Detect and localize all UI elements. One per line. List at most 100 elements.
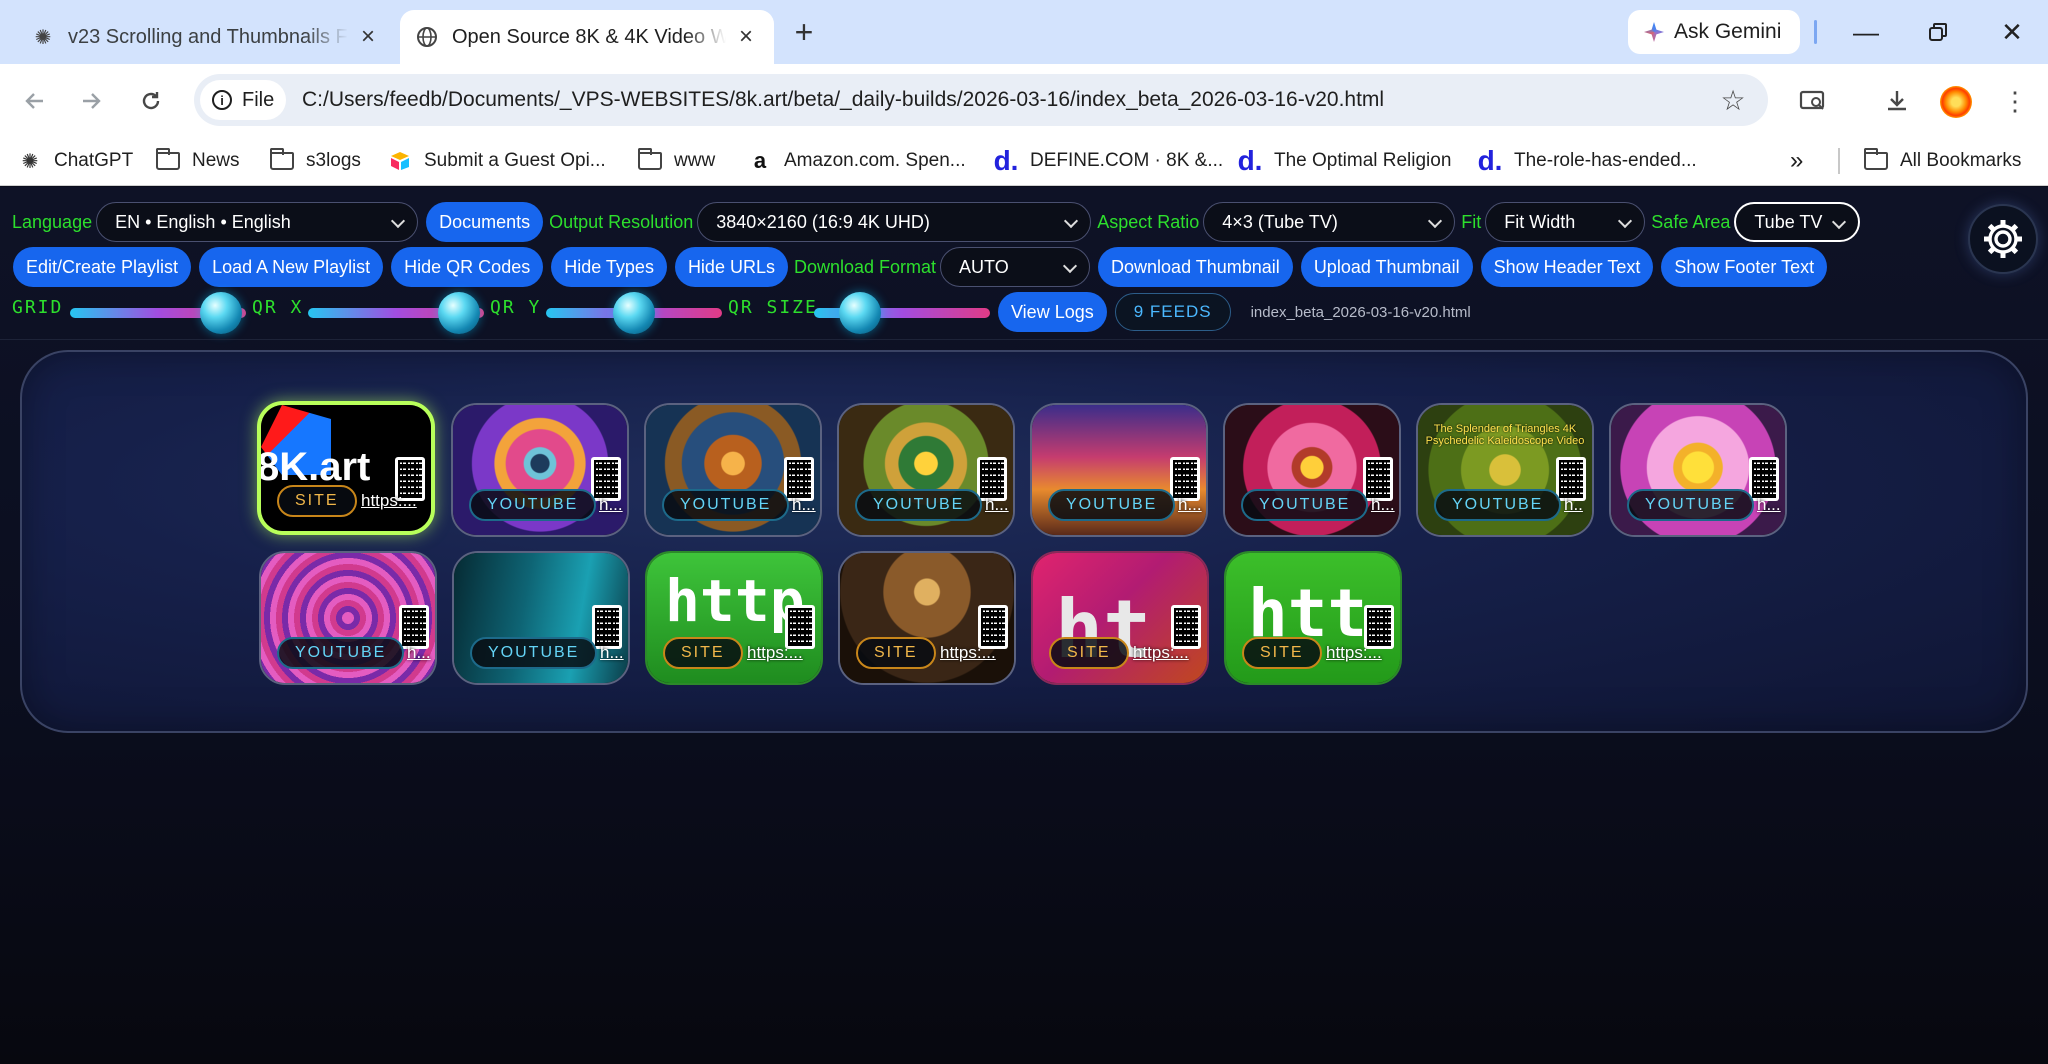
define-logo-icon: d.: [993, 145, 1019, 176]
download-format-select[interactable]: AUTO: [940, 247, 1091, 287]
card-url-link[interactable]: h...: [1757, 495, 1781, 515]
thumbnail-overlay-text: The Splender of Triangles 4K Psychedelic…: [1425, 423, 1585, 447]
show-header-text-button[interactable]: Show Header Text: [1480, 247, 1654, 287]
fit-label: Fit: [1461, 211, 1482, 232]
type-badge: YOUTUBE: [1627, 489, 1755, 521]
aspect-ratio-select[interactable]: 4×3 (Tube TV): [1203, 202, 1456, 242]
control-row-actions: Edit/Create Playlist Load A New Playlist…: [5, 245, 1828, 289]
grid-slider[interactable]: [70, 292, 246, 334]
all-bookmarks-button[interactable]: All Bookmarks: [1864, 146, 2021, 176]
fit-select[interactable]: Fit Width: [1485, 202, 1646, 242]
hide-qr-codes-button[interactable]: Hide QR Codes: [391, 247, 544, 287]
close-window-icon[interactable]: ✕: [1992, 14, 2032, 50]
define-logo-icon: d.: [1237, 145, 1263, 176]
close-tab-icon[interactable]: ×: [356, 23, 380, 50]
bookmark-folder[interactable]: www: [638, 146, 715, 176]
qr-size-slider[interactable]: [814, 292, 990, 334]
settings-gear-button[interactable]: [1968, 204, 2038, 274]
hide-urls-button[interactable]: Hide URLs: [674, 247, 788, 287]
reload-icon[interactable]: [134, 84, 168, 118]
address-bar[interactable]: i File C:/Users/feedb/Documents/_VPS-WEB…: [194, 74, 1768, 126]
feed-card[interactable]: YOUTUBE h...: [1223, 403, 1401, 537]
close-tab-icon[interactable]: ×: [734, 23, 758, 50]
bookmark-item[interactable]: d. The-role-has-ended...: [1478, 146, 1697, 176]
info-icon: i: [212, 90, 232, 110]
card-url-link[interactable]: h...: [792, 495, 816, 515]
gear-icon: [1984, 220, 2022, 258]
feed-card[interactable]: http SITE https:...: [645, 551, 823, 685]
new-tab-button[interactable]: +: [788, 14, 820, 50]
site-info-chip[interactable]: i File: [200, 80, 286, 120]
feed-card[interactable]: YOUTUBE h...: [1609, 403, 1787, 537]
show-footer-text-button[interactable]: Show Footer Text: [1661, 247, 1828, 287]
back-icon[interactable]: [18, 84, 52, 118]
documents-button[interactable]: Documents: [426, 202, 544, 242]
bookmark-item[interactable]: d. The Optimal Religion: [1237, 145, 1452, 176]
language-select[interactable]: EN • English • English: [96, 202, 419, 242]
feed-card[interactable]: SITE https:...: [838, 551, 1016, 685]
output-resolution-select[interactable]: 3840×2160 (16:9 4K UHD): [697, 202, 1092, 242]
feed-card[interactable]: YOUTUBE h...: [644, 403, 822, 537]
bookmark-item[interactable]: Submit a Guest Opi...: [388, 146, 606, 176]
card-url-link[interactable]: https:...: [1326, 643, 1382, 663]
qr-y-slider[interactable]: [546, 292, 722, 334]
url-text[interactable]: C:/Users/feedb/Documents/_VPS-WEBSITES/8…: [302, 88, 1716, 112]
feed-card[interactable]: 8K.art SITE https:...: [257, 401, 435, 535]
feed-card[interactable]: ht SITE https:...: [1031, 551, 1209, 685]
bookmark-folder[interactable]: News: [156, 146, 240, 176]
bookmark-item[interactable]: a Amazon.com. Spen...: [748, 146, 966, 176]
feed-card[interactable]: YOUTUBE h...: [451, 403, 629, 537]
bookmarks-bar: ✺ ChatGPT News s3logs Submit a Guest Opi.…: [0, 136, 2048, 186]
bookmarks-overflow-button[interactable]: »: [1790, 146, 1803, 176]
gemini-icon: [1642, 20, 1666, 44]
card-url-link[interactable]: h...: [985, 495, 1009, 515]
card-url-link[interactable]: https:...: [940, 643, 996, 663]
download-format-label: Download Format: [793, 256, 937, 277]
view-logs-button[interactable]: View Logs: [998, 292, 1107, 332]
feeds-count-badge[interactable]: 9 FEEDS: [1114, 293, 1231, 331]
tab-active[interactable]: Open Source 8K & 4K Video Wall ×: [400, 10, 774, 64]
restore-icon[interactable]: [1918, 14, 1958, 50]
load-playlist-button[interactable]: Load A New Playlist: [199, 247, 384, 287]
download-thumbnail-button[interactable]: Download Thumbnail: [1098, 247, 1293, 287]
bookmarks-separator: [1838, 148, 1840, 174]
forward-icon[interactable]: [74, 84, 108, 118]
qr-size-slider-knob[interactable]: [838, 292, 881, 334]
download-icon[interactable]: [1880, 84, 1914, 118]
card-url-link[interactable]: h...: [599, 495, 623, 515]
qr-x-slider[interactable]: [308, 292, 484, 334]
feed-card[interactable]: YOUTUBE h...: [1030, 403, 1208, 537]
bookmark-item[interactable]: d. DEFINE.COM · 8K &...: [993, 145, 1224, 176]
bookmark-item[interactable]: ✺ ChatGPT: [18, 146, 134, 176]
card-url-link[interactable]: h...: [1371, 495, 1395, 515]
feed-card[interactable]: YOUTUBE h...: [452, 551, 630, 685]
bookmark-label: The Optimal Religion: [1274, 150, 1452, 171]
feed-card[interactable]: YOUTUBE h...: [259, 551, 437, 685]
card-url-link[interactable]: h..: [1564, 495, 1583, 515]
bookmark-star-icon[interactable]: ☆: [1716, 84, 1750, 117]
upload-thumbnail-button[interactable]: Upload Thumbnail: [1300, 247, 1473, 287]
card-url-link[interactable]: https:...: [1133, 643, 1189, 663]
card-url-link[interactable]: https:...: [747, 643, 803, 663]
card-url-link[interactable]: h...: [1178, 495, 1202, 515]
feed-card[interactable]: htt SITE https:...: [1224, 551, 1402, 685]
qr-y-slider-knob[interactable]: [613, 292, 655, 334]
card-url-link[interactable]: h...: [600, 643, 624, 663]
hide-types-button[interactable]: Hide Types: [551, 247, 667, 287]
folder-icon: [638, 148, 662, 173]
current-filename: index_beta_2026-03-16-v20.html: [1250, 303, 1471, 321]
minimize-icon[interactable]: —: [1846, 14, 1886, 50]
site-preview-text: http: [665, 567, 805, 635]
feed-card[interactable]: The Splender of Triangles 4K Psychedelic…: [1416, 403, 1594, 537]
ask-gemini-button[interactable]: Ask Gemini: [1628, 10, 1800, 54]
feed-card[interactable]: YOUTUBE h...: [837, 403, 1015, 537]
edit-create-playlist-button[interactable]: Edit/Create Playlist: [13, 247, 192, 287]
profile-avatar[interactable]: [1940, 86, 1972, 118]
tab-inactive[interactable]: ✺ v23 Scrolling and Thumbnails Fix ×: [16, 10, 396, 64]
card-url-link[interactable]: h...: [407, 643, 431, 663]
search-tab-icon[interactable]: [1796, 84, 1830, 118]
safe-area-select[interactable]: Tube TV: [1734, 202, 1861, 242]
menu-kebab-icon[interactable]: ⋮: [1998, 84, 2032, 118]
bookmark-folder[interactable]: s3logs: [270, 146, 361, 176]
card-url-link[interactable]: https:...: [361, 491, 417, 511]
